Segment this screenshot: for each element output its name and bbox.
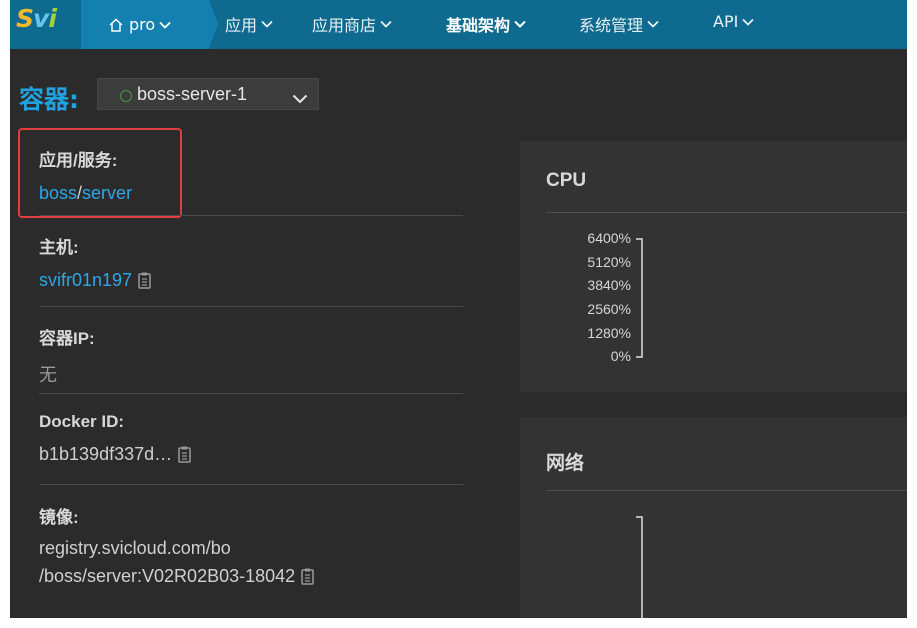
nav-api[interactable]: API: [713, 12, 754, 31]
cpu-y-axis: [636, 238, 643, 358]
cpu-tick: 2560%: [587, 301, 631, 317]
cpu-tick: 1280%: [587, 325, 631, 341]
chevron-down-icon: [647, 20, 659, 28]
docker-id-label: Docker ID:: [39, 412, 125, 431]
host-link[interactable]: svifr01n197: [39, 270, 132, 291]
docker-id-value: b1b139df337d…: [39, 444, 463, 465]
top-nav: Svi pro 应用 应用商店 基础架构 系统管理 API: [10, 0, 907, 49]
chevron-down-icon: [742, 18, 754, 26]
divider: [39, 306, 463, 307]
panel-divider: [546, 212, 907, 213]
cpu-panel: CPU 6400% 5120% 3840% 2560% 1280% 0%: [520, 141, 907, 392]
chevron-down-icon: [292, 88, 308, 109]
network-title: 网络: [546, 453, 585, 474]
app-service-section: 应用/服务: boss / server: [39, 146, 463, 204]
nav-apps[interactable]: 应用: [225, 12, 273, 36]
copy-icon[interactable]: [137, 271, 155, 290]
container-select-value: boss-server-1: [137, 83, 248, 104]
nav-active-arrow: [209, 0, 218, 48]
cpu-tick: 5120%: [587, 254, 631, 270]
nav-infrastructure[interactable]: 基础架构: [446, 12, 526, 36]
service-link[interactable]: server: [82, 183, 132, 204]
ip-value: 无: [39, 365, 57, 385]
network-y-axis: [636, 516, 643, 618]
copy-icon[interactable]: [177, 445, 195, 464]
chevron-down-icon: [159, 21, 171, 29]
cpu-tick: 0%: [610, 348, 631, 364]
container-select[interactable]: boss-server-1: [97, 78, 319, 110]
app-window: Svi pro 应用 应用商店 基础架构 系统管理 API 容器: boss-s…: [10, 0, 907, 618]
panel-divider: [546, 490, 907, 491]
ip-label: 容器IP:: [39, 329, 95, 348]
home-icon: [108, 17, 124, 33]
cpu-title: CPU: [546, 170, 587, 191]
app-service-label: 应用/服务:: [39, 151, 118, 170]
image-label: 镜像:: [39, 508, 79, 527]
host-label: 主机:: [39, 238, 79, 257]
chevron-down-icon: [261, 20, 273, 28]
host-value: svifr01n197: [39, 270, 463, 291]
cpu-tick: 6400%: [587, 230, 631, 246]
project-name: pro: [129, 15, 156, 34]
image-section: 镜像: registry.svicloud.com/bo /boss/serve…: [39, 503, 463, 590]
copy-icon[interactable]: [300, 567, 318, 586]
image-value: registry.svicloud.com/bo /boss/server:V0…: [39, 534, 463, 590]
app-link[interactable]: boss: [39, 183, 77, 204]
status-icon: [120, 89, 132, 102]
cpu-tick: 3840%: [587, 277, 631, 293]
page-title: 容器:: [19, 85, 79, 114]
chevron-down-icon: [514, 20, 526, 28]
host-section: 主机: svifr01n197: [39, 233, 463, 291]
app-service-value: boss / server: [39, 183, 133, 204]
network-panel: 网络: [520, 417, 907, 618]
docker-id-section: Docker ID: b1b139df337d…: [39, 412, 463, 465]
svi-logo[interactable]: Svi: [16, 4, 57, 33]
project-switcher[interactable]: pro: [81, 0, 209, 49]
divider: [39, 393, 463, 394]
nav-app-store[interactable]: 应用商店: [312, 12, 392, 36]
divider: [39, 215, 463, 216]
divider: [39, 484, 463, 485]
chevron-down-icon: [380, 20, 392, 28]
ip-section: 容器IP: 无: [39, 324, 463, 387]
nav-system-admin[interactable]: 系统管理: [579, 12, 659, 36]
